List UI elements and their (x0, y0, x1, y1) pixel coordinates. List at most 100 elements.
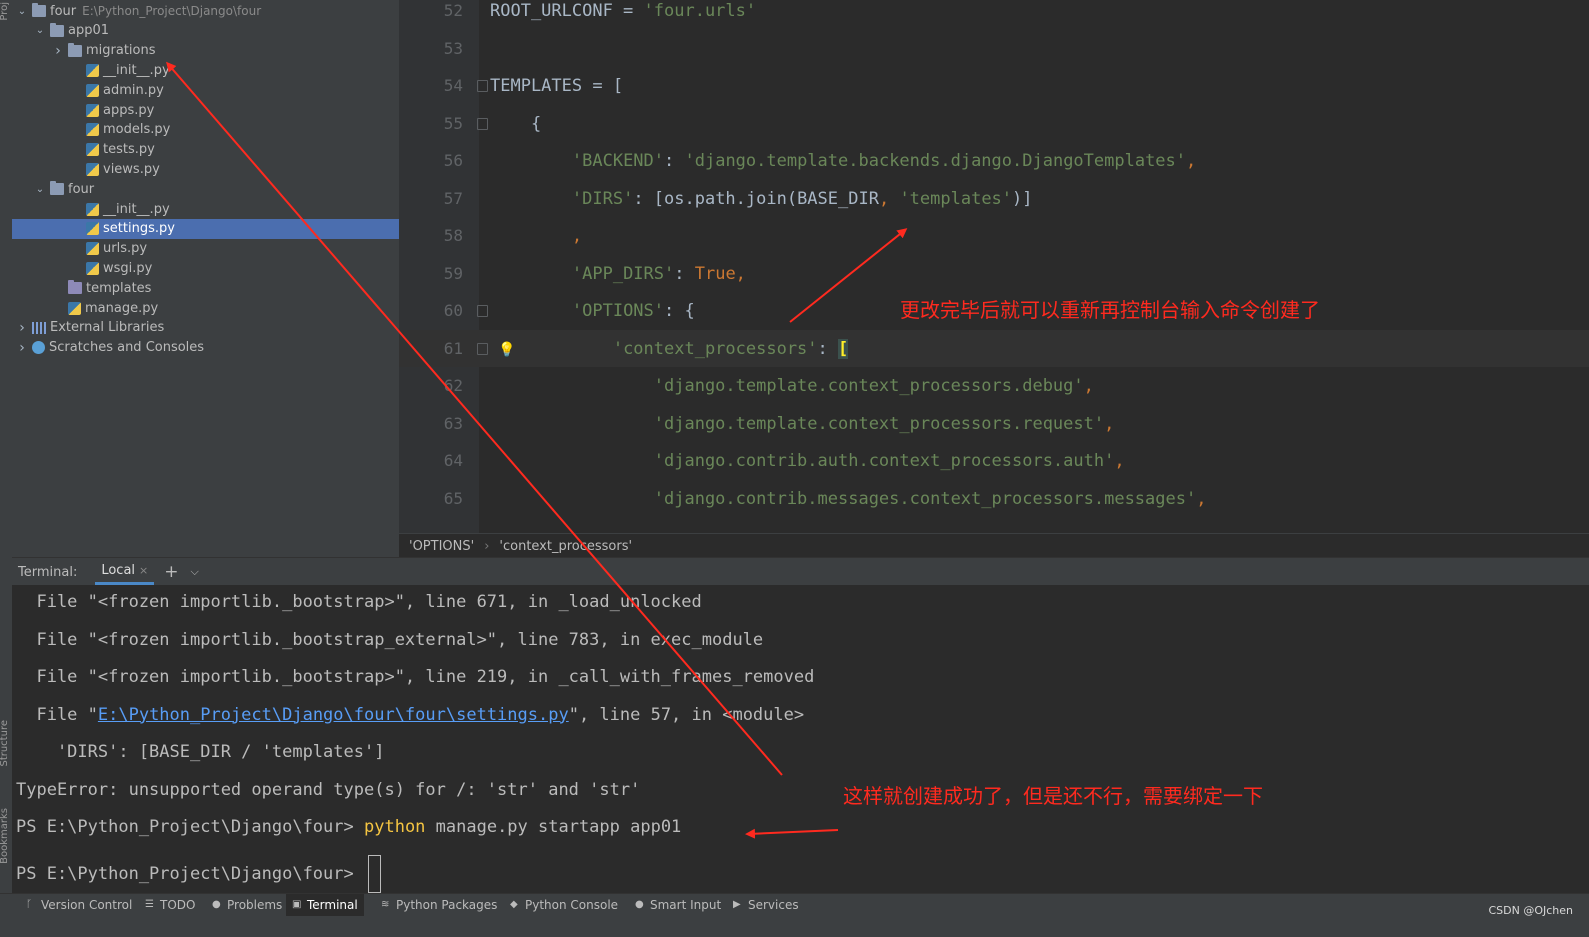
python-file-icon (86, 143, 99, 157)
tree-item[interactable]: __init__.py (12, 60, 399, 80)
tool-tab-label: Version Control (41, 898, 133, 912)
code-line[interactable]: 59 'APP_DIRS': True, (399, 255, 1589, 292)
add-terminal-icon[interactable]: + (164, 562, 178, 582)
project-tool-label[interactable]: Proj (0, 2, 10, 21)
tool-tab-python-console[interactable]: ◆ Python Console (504, 894, 624, 916)
chevron-right-icon[interactable]: › (52, 43, 64, 59)
tree-item-label: app01 (68, 23, 110, 39)
terminal-tab-local[interactable]: Local × (95, 559, 155, 585)
tree-item[interactable]: wsgi.py (12, 258, 399, 278)
fold-marker-icon[interactable] (477, 305, 488, 317)
tree-item[interactable]: › Scratches and Consoles (12, 338, 399, 358)
terminal-output[interactable]: File "<frozen importlib._bootstrap>", li… (12, 585, 1589, 893)
terminal-line: File "<frozen importlib._bootstrap>", li… (16, 667, 815, 687)
code-line[interactable]: 53 (399, 30, 1589, 67)
code-text: 'context_processors': [ (612, 338, 849, 359)
line-number: 59 (443, 263, 463, 283)
breadcrumb-item-options[interactable]: 'OPTIONS' (409, 539, 474, 554)
code-line[interactable]: 54 TEMPLATES = [ (399, 67, 1589, 104)
annotation-bottom-note: 这样就创建成功了，但是还不行，需要绑定一下 (843, 784, 1263, 808)
tree-item[interactable]: apps.py (12, 100, 399, 120)
code-line[interactable]: 65 'django.contrib.messages.context_proc… (399, 480, 1589, 517)
chevron-right-icon[interactable]: › (16, 320, 28, 336)
tool-tab-services[interactable]: ▶ Services (727, 894, 805, 916)
code-line[interactable]: 58 , (399, 217, 1589, 254)
code-editor[interactable]: 52 ROOT_URLCONF = 'four.urls' 53 54 TEMPLATE… (399, 0, 1589, 533)
python-icon: ◆ (510, 899, 518, 910)
watermark: CSDN @OJchen (1488, 904, 1573, 917)
chevron-right-icon[interactable]: › (16, 340, 28, 356)
library-icon (32, 321, 46, 334)
tree-item[interactable]: __init__.py (12, 199, 399, 219)
terminal-cursor (368, 854, 381, 893)
tree-item[interactable]: views.py (12, 159, 399, 179)
breadcrumb-item-context-processors[interactable]: 'context_processors' (499, 539, 632, 554)
code-line[interactable]: 56 'BACKEND': 'django.template.backends.… (399, 142, 1589, 179)
tree-item[interactable]: › migrations (12, 41, 399, 61)
tree-item[interactable]: › External Libraries (12, 318, 399, 338)
code-line[interactable]: 55 { (399, 105, 1589, 142)
tree-item-label: admin.py (103, 82, 164, 98)
tree-item-label: four (50, 3, 77, 19)
tree-item[interactable]: tests.py (12, 140, 399, 160)
chevron-down-icon[interactable]: ⌄ (16, 5, 28, 17)
tool-tab-label: Services (748, 898, 799, 912)
line-number: 56 (443, 151, 463, 170)
list-icon: ☰ (145, 899, 154, 910)
breadcrumb-separator-icon: › (484, 538, 490, 554)
tool-tab-smart-input[interactable]: ● Smart Input (629, 894, 727, 916)
tool-tab-todo[interactable]: ☰ TODO (139, 894, 201, 916)
bookmarks-tool-label[interactable]: Bookmarks (0, 808, 10, 864)
code-text: 'django.template.context_processors.requ… (653, 413, 1115, 434)
fold-marker-icon[interactable] (477, 117, 488, 130)
chevron-down-icon[interactable]: ⌄ (34, 25, 46, 37)
tree-item-label: settings.py (103, 221, 175, 237)
line-number: 63 (443, 413, 463, 433)
file-link[interactable]: E:\Python_Project\Django\four\four\setti… (98, 705, 569, 725)
tool-tab-python-packages[interactable]: ≋ Python Packages (375, 894, 503, 916)
tree-item[interactable]: manage.py (12, 298, 399, 318)
folder-icon (68, 42, 82, 57)
layers-icon: ≋ (381, 899, 390, 910)
tree-item[interactable]: templates (12, 278, 399, 298)
fold-marker-icon[interactable] (477, 342, 488, 355)
line-number: 64 (443, 451, 463, 470)
python-file-icon (86, 123, 99, 137)
code-line[interactable]: 63 'django.template.context_processors.r… (399, 405, 1589, 442)
tool-tab-label: Terminal (307, 898, 358, 912)
code-line[interactable]: 62 'django.template.context_processors.d… (399, 367, 1589, 404)
close-icon[interactable]: × (139, 564, 148, 577)
code-line[interactable]: 64 'django.contrib.auth.context_processo… (399, 442, 1589, 479)
tree-item[interactable]: urls.py (12, 239, 399, 259)
tool-tab-version-control[interactable]: ᚴ Version Control (20, 894, 138, 916)
tree-item-label: urls.py (103, 241, 148, 257)
code-line[interactable]: 57 'DIRS': [os.path.join(BASE_DIR, 'temp… (399, 180, 1589, 217)
python-file-icon (86, 103, 99, 117)
terminal-title: Terminal: (18, 564, 78, 580)
line-number: 55 (443, 113, 463, 133)
tool-tab-terminal[interactable]: ▣ Terminal (286, 894, 364, 916)
tree-item[interactable]: ⌄ four (12, 179, 399, 199)
code-line[interactable]: 52 ROOT_URLCONF = 'four.urls' (399, 0, 1589, 29)
fold-marker-icon[interactable] (477, 80, 488, 92)
code-text: 'django.contrib.auth.context_processors.… (653, 451, 1125, 471)
tool-tab-label: Smart Input (650, 898, 722, 912)
tree-item[interactable]: ⌄ four E:\Python_Project\Django\four (12, 1, 399, 21)
terminal-line: PS E:\Python_Project\Django\four> python… (16, 817, 682, 837)
chevron-down-icon[interactable]: ⌄ (34, 183, 46, 195)
chevron-down-icon[interactable]: ⌵ (191, 565, 199, 579)
tool-tab-problems[interactable]: ● Problems (206, 894, 288, 916)
tree-item-label: wsgi.py (103, 260, 153, 276)
tree-item[interactable]: settings.py (12, 218, 399, 239)
terminal-icon: ▣ (292, 899, 302, 910)
code-line[interactable]: 61 💡 'context_processors': [ (399, 329, 1589, 367)
structure-tool-label[interactable]: Structure (0, 720, 10, 767)
tree-item-label: four (68, 181, 95, 197)
tree-item[interactable]: ⌄ app01 (12, 21, 399, 41)
folder-plain-icon (68, 280, 82, 295)
tool-tab-label: TODO (160, 898, 196, 912)
bottom-tool-bar: ᚴ Version Control ☰ TODO ● Problems ▣ Terminal ≋… (0, 893, 1589, 937)
tree-item[interactable]: admin.py (12, 80, 399, 100)
python-file-icon (86, 162, 99, 176)
tree-item[interactable]: models.py (12, 120, 399, 140)
